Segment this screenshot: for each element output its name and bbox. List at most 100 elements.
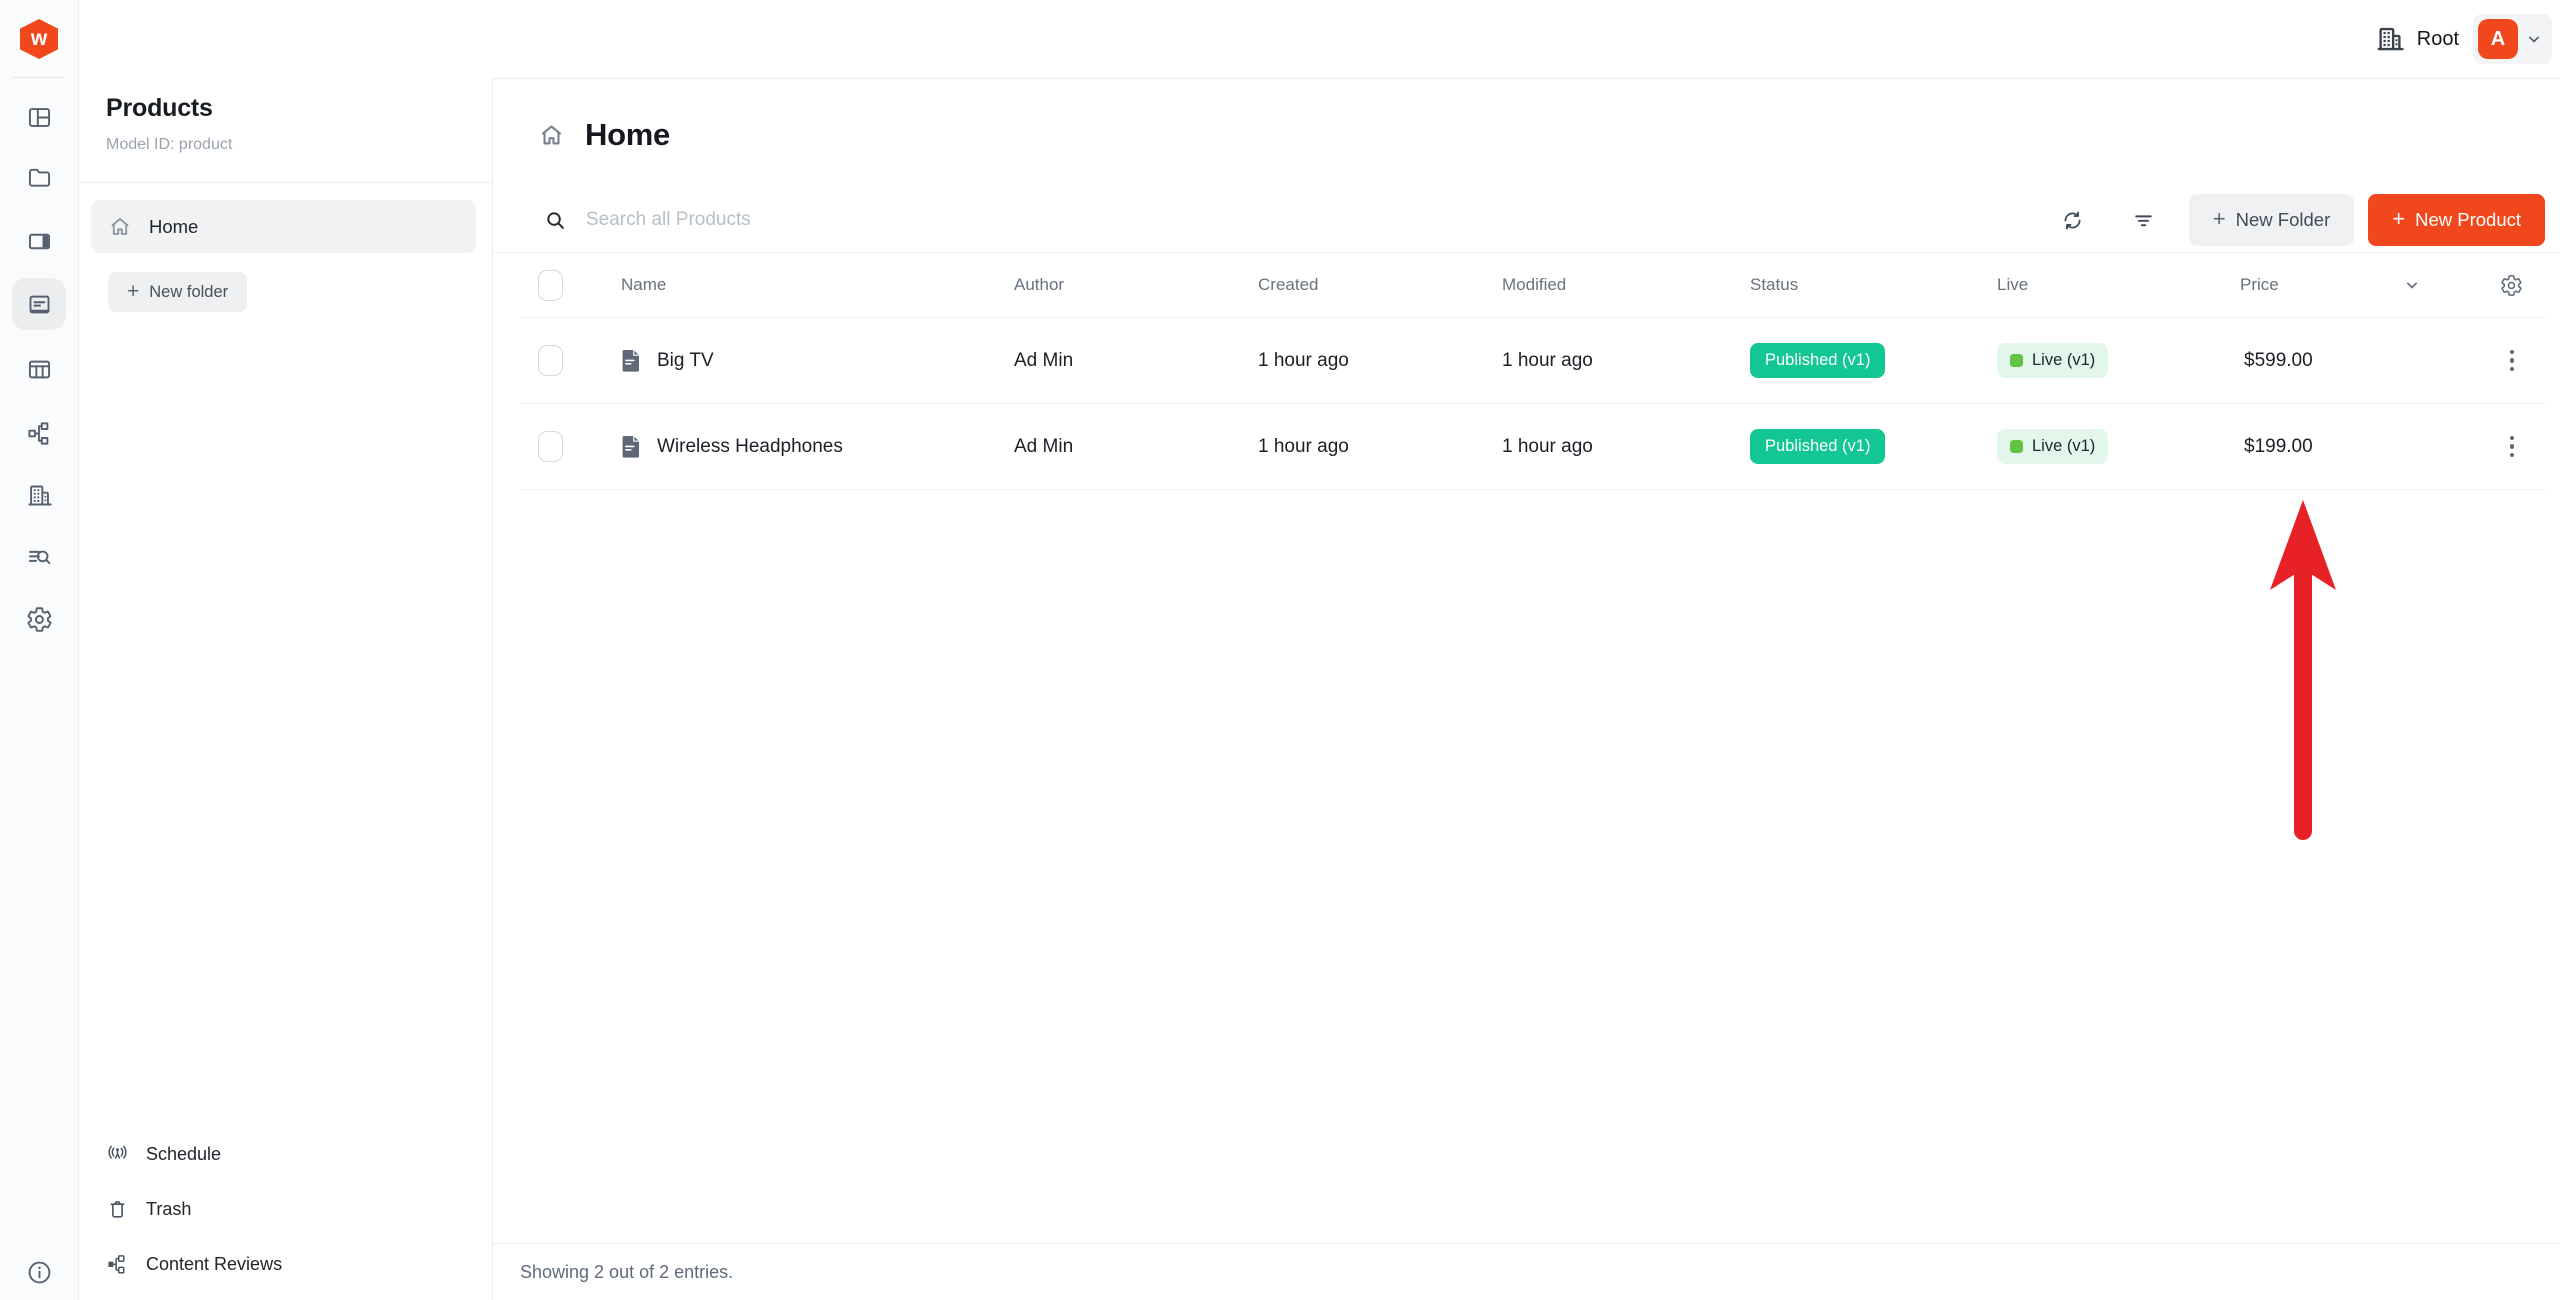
new-product-button-label: New Product [2415,209,2521,231]
tenant-building-icon [26,482,53,509]
layout-icon [26,104,53,131]
column-settings-gear-icon[interactable] [2500,274,2523,297]
live-badge: Live (v1) [1997,343,2108,378]
panel-title: Products [106,94,213,123]
entries-count-text: Showing 2 out of 2 entries. [520,1262,733,1283]
entry-modified: 1 hour ago [1502,436,1750,458]
new-folder-button[interactable]: + New Folder [2189,194,2354,246]
entry-author: Ad Min [1014,350,1258,372]
headless-cms-icon [26,291,53,318]
new-folder-chip[interactable]: + New folder [108,272,247,312]
entries-table: Name Author Created Modified Status Live… [520,253,2545,490]
top-bar: Root A [0,0,2560,79]
model-side-panel: Products Model ID: product Home + New fo… [78,78,493,1300]
new-folder-chip-label: New folder [149,283,228,302]
plus-icon: + [127,281,139,302]
rail-item-info[interactable] [12,1246,66,1298]
table-footer: Showing 2 out of 2 entries. [492,1243,2560,1300]
table-row[interactable]: Big TV Ad Min 1 hour ago 1 hour ago Publ… [520,318,2545,404]
filter-button[interactable] [2124,200,2164,240]
select-all-checkbox[interactable] [538,270,563,301]
filter-icon [2131,208,2156,233]
sidebar-item-schedule-label: Schedule [146,1144,221,1165]
document-icon [621,435,642,459]
rail-item-files[interactable] [12,151,66,203]
sidebar-item-content-reviews[interactable]: Content Reviews [106,1243,282,1286]
sidebar-item-home-label: Home [149,216,198,238]
column-header-price[interactable]: Price [2240,275,2279,295]
tables-icon [26,356,53,383]
audit-logs-icon [26,544,53,571]
trash-icon [106,1198,129,1221]
workflow-icon [106,1253,129,1276]
new-folder-button-label: New Folder [2236,209,2331,231]
home-icon [538,122,565,149]
entry-author: Ad Min [1014,436,1258,458]
rail-item-settings[interactable] [12,593,66,645]
rail-item-audit-logs[interactable] [12,531,66,583]
live-dot [2010,440,2023,453]
settings-gear-icon [26,606,53,633]
rail-item-app-flow[interactable] [12,407,66,459]
plus-icon: + [2392,208,2405,230]
plus-icon: + [2213,208,2226,230]
new-product-button[interactable]: + New Product [2368,194,2545,246]
info-icon [26,1259,53,1286]
entry-name: Big TV [657,350,714,372]
table-header-row: Name Author Created Modified Status Live… [520,253,2545,318]
search-input[interactable] [584,208,1288,232]
status-badge: Published (v1) [1750,429,1885,464]
column-header-status[interactable]: Status [1750,275,1997,295]
page-title: Home [538,113,670,157]
refresh-button[interactable] [2053,200,2093,240]
avatar: A [2478,19,2518,59]
kebab-menu-icon[interactable] [2500,432,2524,462]
kebab-menu-icon[interactable] [2500,346,2524,376]
search-icon [544,209,567,232]
app-flow-icon [26,420,53,447]
rail-item-headless-cms[interactable] [12,278,66,330]
column-header-author[interactable]: Author [1014,275,1258,295]
status-badge: Published (v1) [1750,343,1885,378]
broadcast-icon [106,1143,129,1166]
column-header-live[interactable]: Live [1997,275,2240,295]
column-header-created[interactable]: Created [1258,275,1502,295]
row-checkbox[interactable] [538,431,563,462]
column-header-modified[interactable]: Modified [1502,275,1750,295]
panel-subtitle: Model ID: product [106,136,232,154]
panel-divider [78,182,492,183]
live-dot [2010,354,2023,367]
home-icon [108,215,132,239]
rail-item-tables[interactable] [12,343,66,395]
sidebar-item-schedule[interactable]: Schedule [106,1133,282,1176]
rail-item-page-builder[interactable] [12,215,66,267]
navigation-rail: w [0,0,79,1300]
live-badge: Live (v1) [1997,429,2108,464]
page-title-text: Home [585,117,670,153]
column-header-name[interactable]: Name [621,275,1014,295]
entry-modified: 1 hour ago [1502,350,1750,372]
entry-price: $199.00 [2240,436,2500,458]
chevron-down-icon [2524,29,2544,49]
logo-letter: w [31,28,47,49]
rail-item-dashboard[interactable] [12,91,66,143]
sidebar-item-home[interactable]: Home [91,200,476,253]
user-menu[interactable]: A [2473,14,2552,64]
ads-icon [26,228,53,255]
tenant-label: Root [2417,28,2459,51]
chevron-down-icon[interactable] [2402,275,2422,295]
folder-icon [26,164,53,191]
table-row[interactable]: Wireless Headphones Ad Min 1 hour ago 1 … [520,404,2545,490]
entry-created: 1 hour ago [1258,350,1502,372]
sidebar-item-trash[interactable]: Trash [106,1188,282,1231]
rail-divider [12,77,66,78]
entry-name: Wireless Headphones [657,436,843,458]
webiny-logo[interactable]: w [20,19,58,59]
sidebar-item-content-reviews-label: Content Reviews [146,1254,282,1275]
document-icon [621,349,642,373]
row-checkbox[interactable] [538,345,563,376]
sidebar-item-trash-label: Trash [146,1199,191,1220]
entry-price: $599.00 [2240,350,2500,372]
tenant-switcher[interactable]: Root [2375,24,2459,54]
rail-item-tenants[interactable] [12,469,66,521]
